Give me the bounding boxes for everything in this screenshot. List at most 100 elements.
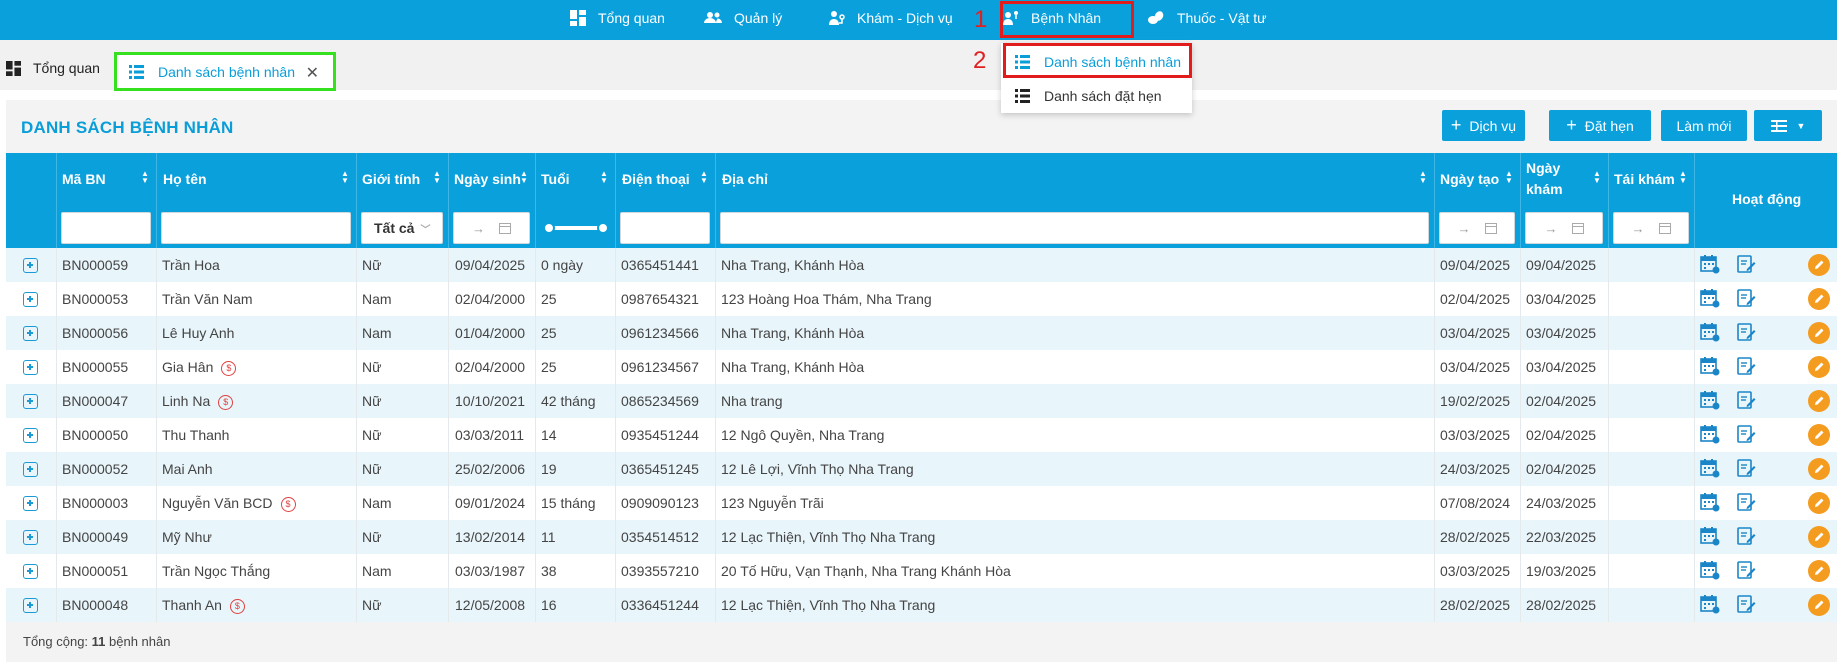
- expand-row-icon[interactable]: [23, 564, 38, 579]
- column-options-button[interactable]: ▼: [1754, 110, 1822, 141]
- edit-record-icon[interactable]: [1736, 526, 1756, 546]
- cell-text: Gia Hân: [162, 359, 214, 375]
- edit-record-icon[interactable]: [1736, 322, 1756, 342]
- column-header-dob[interactable]: Ngày sinh: [454, 171, 521, 187]
- edit-record-icon[interactable]: [1736, 288, 1756, 308]
- edit-record-icon[interactable]: [1736, 492, 1756, 512]
- filter-created-range[interactable]: →: [1439, 212, 1515, 244]
- sort-icon[interactable]: ▲ ▼: [341, 170, 349, 185]
- nav-item-exam-service[interactable]: Khám - Dịch vụ: [829, 0, 953, 36]
- sort-icon[interactable]: ▲ ▼: [520, 170, 528, 185]
- expand-row-icon[interactable]: [23, 258, 38, 273]
- edit-record-icon[interactable]: [1736, 390, 1756, 410]
- pencil-icon[interactable]: [1808, 458, 1830, 480]
- add-appointment-button[interactable]: + Đặt hẹn: [1549, 110, 1651, 141]
- filter-id-input[interactable]: [61, 212, 151, 244]
- cell-text: 42 tháng: [541, 393, 596, 409]
- edit-record-icon[interactable]: [1736, 458, 1756, 478]
- column-header-visit-line2[interactable]: khám: [1526, 181, 1563, 197]
- slider-handle-max[interactable]: [597, 222, 609, 234]
- pencil-icon[interactable]: [1808, 424, 1830, 446]
- sort-icon[interactable]: ▲ ▼: [700, 170, 708, 185]
- nav-item-overview[interactable]: Tổng quan: [570, 0, 665, 36]
- expand-row-icon[interactable]: [23, 360, 38, 375]
- menu-item-appointment-list[interactable]: Danh sách đặt hẹn: [1001, 79, 1192, 113]
- cell-text: 19: [541, 461, 557, 477]
- add-service-button[interactable]: + Dịch vụ: [1442, 110, 1525, 141]
- column-header-phone[interactable]: Điện thoại: [622, 171, 690, 187]
- column-header-id[interactable]: Mã BN: [62, 171, 106, 187]
- calendar-add-icon[interactable]: [1700, 390, 1720, 410]
- column-header-revisit[interactable]: Tái khám: [1614, 171, 1675, 187]
- cell-phone: 0909090123: [621, 495, 699, 511]
- pencil-icon[interactable]: [1808, 526, 1830, 548]
- calendar-add-icon[interactable]: [1700, 458, 1720, 478]
- edit-record-icon[interactable]: [1736, 254, 1756, 274]
- calendar-add-icon[interactable]: [1700, 492, 1720, 512]
- calendar-add-icon[interactable]: [1700, 594, 1720, 614]
- pencil-icon[interactable]: [1808, 356, 1830, 378]
- sort-icon[interactable]: ▲ ▼: [141, 170, 149, 185]
- filter-visit-range[interactable]: →: [1525, 212, 1603, 244]
- edit-record-icon[interactable]: [1736, 594, 1756, 614]
- slider-handle-min[interactable]: [543, 222, 555, 234]
- filter-phone-input[interactable]: [620, 212, 710, 244]
- calendar-add-icon[interactable]: [1700, 560, 1720, 580]
- sort-icon[interactable]: ▲ ▼: [433, 170, 441, 185]
- pencil-icon[interactable]: [1808, 492, 1830, 514]
- column-header-age[interactable]: Tuổi: [541, 171, 570, 187]
- cell-text: 12/05/2008: [455, 597, 526, 613]
- column-header-visit-line1[interactable]: Ngày: [1526, 160, 1560, 176]
- sort-icon[interactable]: ▲ ▼: [1593, 170, 1601, 185]
- calendar-add-icon[interactable]: [1700, 254, 1720, 274]
- sort-icon[interactable]: ▲ ▼: [1505, 170, 1513, 185]
- expand-row-icon[interactable]: [23, 326, 38, 341]
- cell-id: BN000051: [62, 563, 128, 579]
- edit-record-icon[interactable]: [1736, 356, 1756, 376]
- tab-patient-list[interactable]: Danh sách bệnh nhân ✕: [114, 52, 336, 91]
- expand-row-icon[interactable]: [23, 292, 38, 307]
- pencil-icon[interactable]: [1808, 288, 1830, 310]
- expand-row-icon[interactable]: [23, 394, 38, 409]
- edit-record-icon[interactable]: [1736, 560, 1756, 580]
- refresh-button[interactable]: Làm mới: [1661, 110, 1747, 141]
- pencil-icon[interactable]: [1808, 390, 1830, 412]
- sort-icon[interactable]: ▲ ▼: [600, 170, 608, 185]
- filter-name-input[interactable]: [161, 212, 351, 244]
- calendar-add-icon[interactable]: [1700, 526, 1720, 546]
- filter-dob-range[interactable]: →: [453, 212, 530, 244]
- age-range-slider[interactable]: [543, 222, 609, 234]
- calendar-add-icon[interactable]: [1700, 356, 1720, 376]
- pencil-icon[interactable]: [1808, 594, 1830, 616]
- plus-icon: +: [1450, 115, 1462, 135]
- sort-icon[interactable]: ▲ ▼: [1679, 170, 1687, 185]
- pencil-icon[interactable]: [1808, 254, 1830, 276]
- column-header-address[interactable]: Địa chỉ: [722, 171, 768, 187]
- edit-record-icon[interactable]: [1736, 424, 1756, 444]
- expand-row-icon[interactable]: [23, 496, 38, 511]
- nav-item-management[interactable]: Quản lý: [704, 0, 782, 36]
- dollar-icon: $: [229, 598, 245, 614]
- tab-overview[interactable]: Tổng quan: [6, 60, 100, 76]
- filter-address-input[interactable]: [720, 212, 1429, 244]
- filter-gender-select[interactable]: Tất cả ﹀: [361, 212, 443, 244]
- column-header-name[interactable]: Họ tên: [163, 171, 207, 187]
- column-header-created[interactable]: Ngày tạo: [1440, 171, 1499, 187]
- expand-row-icon[interactable]: [23, 598, 38, 613]
- close-icon[interactable]: ✕: [306, 63, 319, 83]
- calendar-add-icon[interactable]: [1700, 288, 1720, 308]
- expand-row-icon[interactable]: [23, 462, 38, 477]
- column-header-gender[interactable]: Giới tính: [362, 171, 420, 187]
- expand-row-icon[interactable]: [23, 428, 38, 443]
- cell-text: 02/04/2025: [1526, 427, 1597, 443]
- nav-item-medicine-supplies[interactable]: Thuốc - Vật tư: [1147, 0, 1267, 36]
- cell-dob: 09/01/2024: [455, 495, 525, 511]
- expand-row-icon[interactable]: [23, 530, 38, 545]
- calendar-add-icon[interactable]: [1700, 322, 1720, 342]
- cell-text: BN000059: [62, 257, 129, 273]
- pencil-icon[interactable]: [1808, 560, 1830, 582]
- calendar-add-icon[interactable]: [1700, 424, 1720, 444]
- filter-revisit-range[interactable]: →: [1613, 212, 1689, 244]
- sort-icon[interactable]: ▲ ▼: [1419, 170, 1427, 185]
- pencil-icon[interactable]: [1808, 322, 1830, 344]
